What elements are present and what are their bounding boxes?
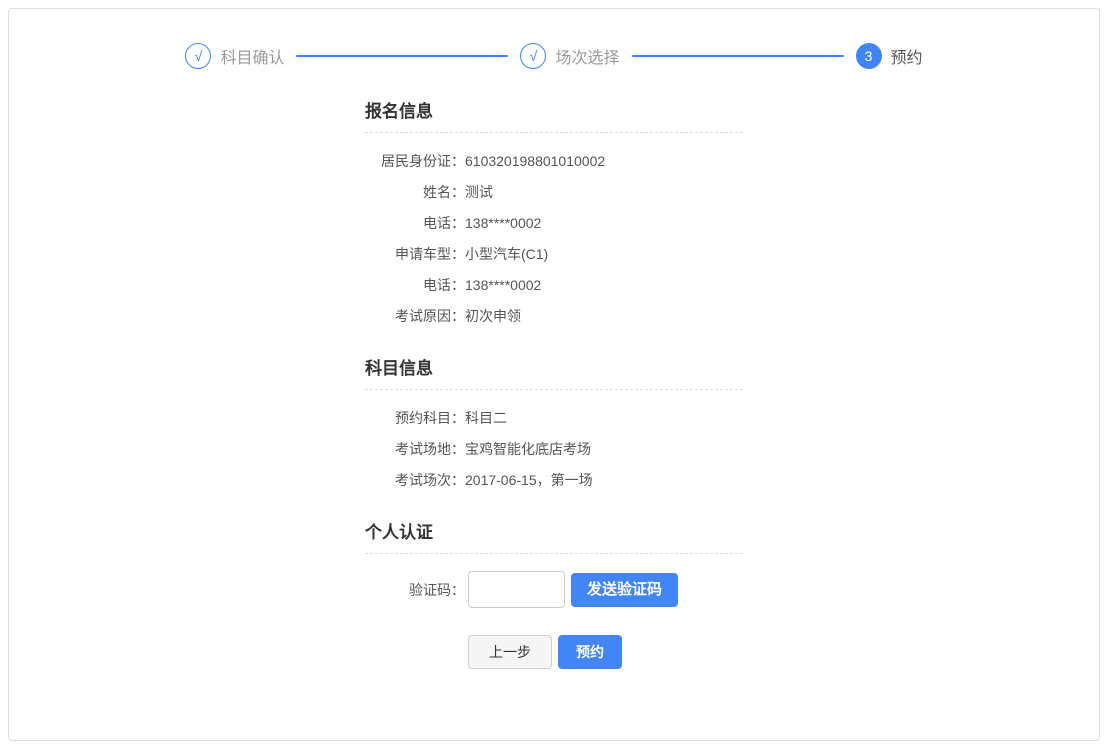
table-row: 电话： 138****0002 bbox=[365, 208, 743, 239]
step-label: 预约 bbox=[891, 44, 923, 68]
field-label: 考试场次： bbox=[365, 465, 465, 496]
step-appointment: 3 预约 bbox=[856, 43, 923, 69]
table-row: 考试原因： 初次申领 bbox=[365, 301, 743, 332]
stepper-connector bbox=[296, 55, 508, 57]
field-label: 电话： bbox=[365, 270, 465, 301]
field-label: 居民身份证： bbox=[365, 146, 465, 177]
form-actions: 上一步 预约 bbox=[365, 635, 743, 669]
table-row: 居民身份证： 610320198801010002 bbox=[365, 146, 743, 177]
send-verification-code-button[interactable]: 发送验证码 bbox=[571, 573, 678, 607]
appointment-page: √ 科目确认 √ 场次选择 3 预约 报名信息 居民身份证： 610320198… bbox=[8, 8, 1100, 741]
step-label: 科目确认 bbox=[220, 44, 284, 68]
registration-info-section: 报名信息 居民身份证： 610320198801010002 姓名： 测试 电话… bbox=[365, 103, 743, 332]
field-label: 姓名： bbox=[365, 177, 465, 208]
field-label: 申请车型： bbox=[365, 239, 465, 270]
section-title: 个人认证 bbox=[365, 524, 743, 541]
field-value: 测试 bbox=[465, 177, 743, 208]
subject-info-section: 科目信息 预约科目： 科目二 考试场地： 宝鸡智能化底店考场 考试场次： 201… bbox=[365, 360, 743, 496]
step-session-select: √ 场次选择 bbox=[520, 43, 619, 69]
field-value: 科目二 bbox=[465, 403, 743, 434]
field-value: 小型汽车(C1) bbox=[465, 239, 743, 270]
info-rows: 居民身份证： 610320198801010002 姓名： 测试 电话： 138… bbox=[365, 133, 743, 332]
step-number-icon: 3 bbox=[856, 43, 882, 69]
table-row: 申请车型： 小型汽车(C1) bbox=[365, 239, 743, 270]
step-label: 场次选择 bbox=[555, 44, 619, 68]
table-row: 考试场地： 宝鸡智能化底店考场 bbox=[365, 434, 743, 465]
check-icon: √ bbox=[185, 43, 211, 69]
check-icon: √ bbox=[520, 43, 546, 69]
table-row: 姓名： 测试 bbox=[365, 177, 743, 208]
field-value: 610320198801010002 bbox=[465, 146, 743, 177]
main-content: 报名信息 居民身份证： 610320198801010002 姓名： 测试 电话… bbox=[365, 103, 743, 669]
verification-code-row: 验证码： 发送验证码 bbox=[365, 571, 743, 608]
stepper: √ 科目确认 √ 场次选择 3 预约 bbox=[9, 9, 1099, 69]
field-value: 宝鸡智能化底店考场 bbox=[465, 434, 743, 465]
field-value: 2017-06-15，第一场 bbox=[465, 465, 743, 496]
field-label: 预约科目： bbox=[365, 403, 465, 434]
submit-appointment-button[interactable]: 预约 bbox=[558, 635, 622, 669]
field-label: 考试原因： bbox=[365, 301, 465, 332]
info-rows: 预约科目： 科目二 考试场地： 宝鸡智能化底店考场 考试场次： 2017-06-… bbox=[365, 390, 743, 496]
table-row: 考试场次： 2017-06-15，第一场 bbox=[365, 465, 743, 496]
personal-verification-section: 个人认证 验证码： 发送验证码 bbox=[365, 524, 743, 608]
verification-code-input[interactable] bbox=[468, 571, 565, 608]
field-value: 138****0002 bbox=[465, 270, 743, 301]
stepper-connector bbox=[632, 55, 844, 57]
field-value: 138****0002 bbox=[465, 208, 743, 239]
dashed-divider bbox=[365, 553, 743, 554]
field-label: 验证码： bbox=[365, 580, 465, 600]
section-title: 报名信息 bbox=[365, 103, 743, 120]
field-label: 电话： bbox=[365, 208, 465, 239]
table-row: 电话： 138****0002 bbox=[365, 270, 743, 301]
step-subject-confirm: √ 科目确认 bbox=[185, 43, 284, 69]
field-value: 初次申领 bbox=[465, 301, 743, 332]
previous-step-button[interactable]: 上一步 bbox=[468, 635, 552, 669]
field-label: 考试场地： bbox=[365, 434, 465, 465]
table-row: 预约科目： 科目二 bbox=[365, 403, 743, 434]
section-title: 科目信息 bbox=[365, 360, 743, 377]
